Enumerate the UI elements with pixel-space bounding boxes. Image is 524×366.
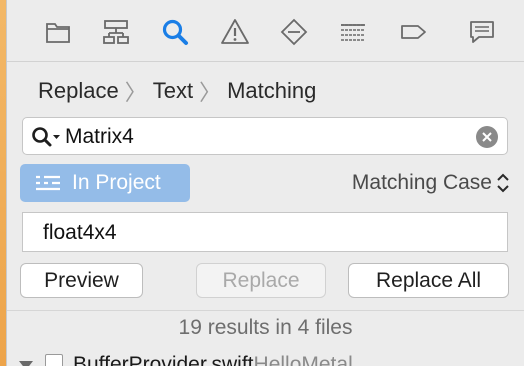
search-field[interactable]	[22, 117, 508, 155]
search-options-icon[interactable]	[31, 125, 67, 149]
scope-icon	[36, 175, 60, 191]
matching-case-label: Matching Case	[351, 171, 492, 194]
tab-debug-navigator[interactable]	[335, 14, 371, 50]
chevron-right-icon: 〉	[199, 80, 222, 105]
diamond-icon	[280, 18, 308, 46]
replace-field[interactable]	[22, 212, 508, 252]
divider	[7, 310, 524, 311]
search-scope-button[interactable]: In Project	[20, 164, 190, 202]
tab-find-navigator[interactable]	[157, 14, 193, 50]
tab-test-navigator[interactable]	[276, 14, 312, 50]
result-file-name: BufferProvider.swift	[73, 353, 254, 366]
magnifier-icon	[162, 19, 188, 45]
tab-report-navigator[interactable]	[464, 14, 500, 50]
warning-icon	[221, 19, 249, 44]
replace-all-button[interactable]: Replace All	[348, 263, 509, 298]
tab-issue-navigator[interactable]	[217, 14, 253, 50]
tab-breakpoint-navigator[interactable]	[395, 14, 431, 50]
replace-input[interactable]	[43, 218, 483, 248]
result-project-name: HelloMetal	[253, 353, 353, 366]
result-file-row[interactable]: BufferProvider.swift HelloMetal	[7, 350, 524, 366]
results-summary: 19 results in 4 files	[178, 316, 353, 339]
up-down-chevron-icon	[497, 173, 509, 193]
swift-file-icon	[45, 354, 63, 366]
clear-search-button[interactable]	[476, 126, 498, 148]
search-input[interactable]	[65, 122, 465, 152]
tab-project-navigator[interactable]	[40, 14, 76, 50]
matching-case-popup[interactable]: Matching Case	[352, 168, 510, 198]
breadcrumb-replace[interactable]: Replace	[38, 78, 119, 104]
hierarchy-icon	[103, 20, 129, 44]
window-edge	[0, 0, 7, 366]
search-scope-label: In Project	[72, 171, 161, 194]
preview-button[interactable]: Preview	[20, 263, 143, 298]
tag-icon	[401, 25, 426, 39]
breadcrumb-text[interactable]: Text	[153, 78, 193, 104]
find-mode-breadcrumb: Replace 〉 Text 〉 Matching	[38, 74, 316, 108]
speech-bubble-icon	[470, 21, 494, 43]
close-icon	[482, 132, 492, 142]
disclosure-triangle-icon[interactable]	[19, 360, 33, 366]
breadcrumb-matching[interactable]: Matching	[227, 78, 316, 104]
folder-icon	[46, 23, 70, 43]
replace-button[interactable]: Replace	[196, 263, 326, 298]
tab-symbol-navigator[interactable]	[98, 14, 134, 50]
list-icon	[341, 24, 365, 41]
chevron-right-icon: 〉	[124, 80, 147, 105]
navigator-selector-bar	[7, 0, 524, 62]
